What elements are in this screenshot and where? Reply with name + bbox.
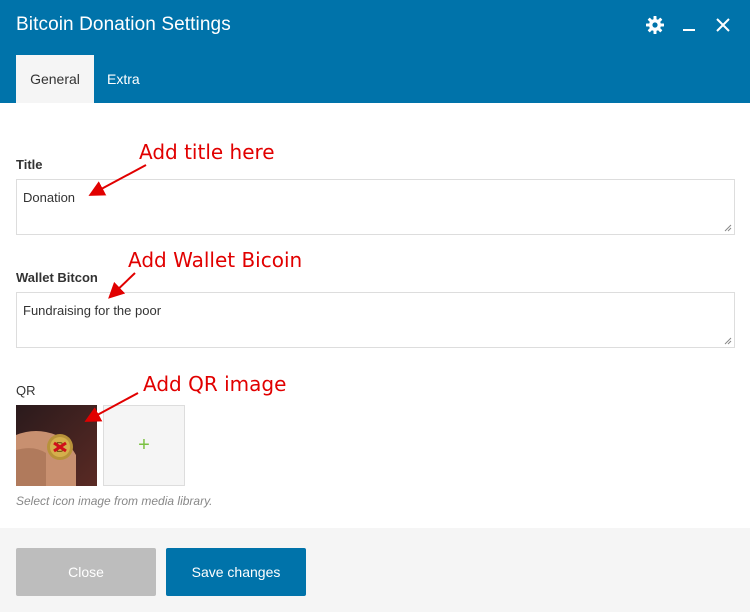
title-label: Title (16, 157, 43, 172)
modal-header: Bitcoin Donation Settings General Extra (0, 0, 750, 103)
title-field[interactable]: Donation (16, 179, 735, 235)
modal-footer: Close Save changes (0, 528, 750, 612)
qr-image-thumbnail[interactable]: B (16, 405, 97, 486)
plus-icon: + (138, 434, 150, 456)
gear-icon[interactable] (644, 14, 666, 36)
wallet-field-value: Fundraising for the poor (23, 303, 162, 318)
tab-bar: General Extra (16, 55, 153, 103)
bitcoin-hand-image: B (16, 405, 97, 486)
close-icon[interactable] (712, 14, 734, 36)
modal-title: Bitcoin Donation Settings (16, 14, 231, 35)
wallet-field[interactable]: Fundraising for the poor (16, 292, 735, 348)
header-icons (644, 14, 734, 36)
close-button[interactable]: Close (16, 548, 156, 596)
annotation-wallet: Add Wallet Bicoin (128, 248, 303, 272)
wallet-label: Wallet Bitcon (16, 270, 98, 285)
resize-grip-icon[interactable] (723, 336, 732, 345)
qr-label: QR (16, 383, 36, 398)
annotation-title: Add title here (139, 140, 275, 164)
qr-hint-text: Select icon image from media library. (16, 494, 213, 508)
annotation-qr: Add QR image (143, 372, 287, 396)
add-qr-image-button[interactable]: + (103, 405, 185, 486)
save-changes-button[interactable]: Save changes (166, 548, 306, 596)
title-field-value: Donation (23, 190, 76, 205)
tab-general[interactable]: General (16, 55, 94, 103)
minimize-icon[interactable] (678, 14, 700, 36)
resize-grip-icon[interactable] (723, 223, 732, 232)
tab-extra[interactable]: Extra (94, 55, 153, 103)
